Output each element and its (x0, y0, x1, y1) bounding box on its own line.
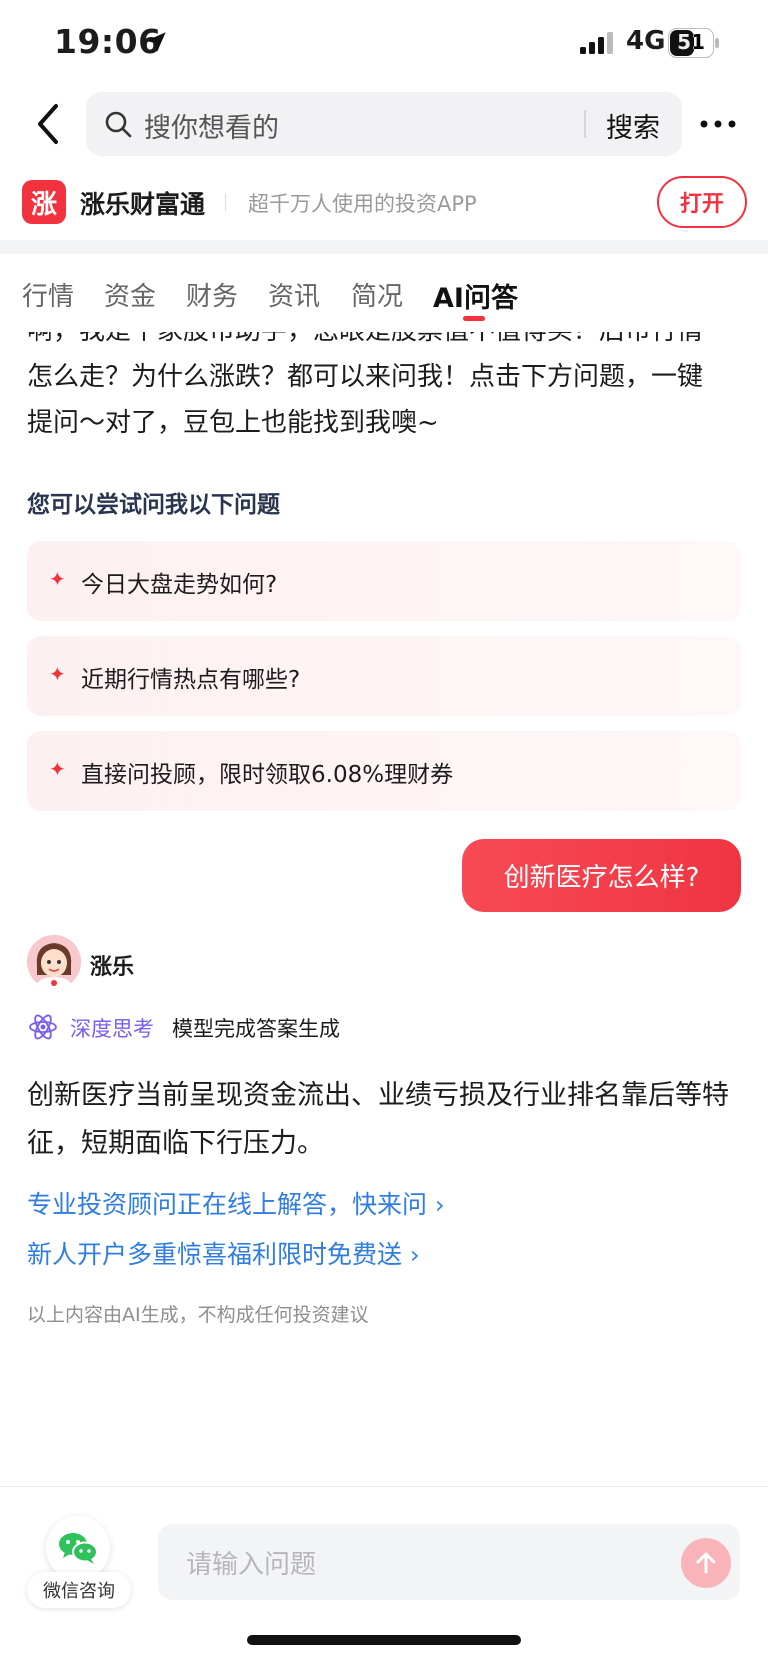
suggestion-item[interactable]: ✦ 直接问投顾，限时领取6.08%理财券 (27, 731, 741, 811)
tab-financials[interactable]: 财务 (186, 276, 238, 313)
sparkle-icon: ✦ (49, 567, 66, 591)
advisor-link[interactable]: 专业投资顾问正在线上解答，快来问 › (27, 1185, 445, 1221)
question-input-placeholder: 请输入问题 (186, 1550, 317, 1580)
more-options-icon[interactable] (698, 112, 738, 136)
intro-message: 啊，我是个家股市助手，您眼是股票值不值得买？后市行情 怎么走？为什么涨跌？都可以… (0, 332, 768, 442)
tab-funds[interactable]: 资金 (104, 276, 156, 313)
thinking-status: 模型完成答案生成 (172, 1017, 340, 1041)
network-type: 4G (626, 26, 666, 56)
tab-ai-qa[interactable]: AI问答 (433, 276, 518, 315)
sparkle-icon: ✦ (49, 662, 66, 686)
location-arrow-icon (146, 32, 166, 52)
new-account-link-text: 新人开户多重惊喜福利限时免费送 (27, 1240, 403, 1269)
bot-name: 涨乐 (90, 955, 135, 980)
search-divider (584, 110, 586, 138)
new-account-link[interactable]: 新人开户多重惊喜福利限时免费送 › (27, 1235, 420, 1271)
arrow-up-icon (696, 1552, 716, 1574)
search-icon (105, 111, 132, 138)
tab-news[interactable]: 资讯 (268, 276, 320, 313)
section-gap (0, 240, 768, 254)
send-button[interactable] (681, 1538, 731, 1588)
search-input[interactable]: 搜你想看的 (144, 106, 279, 145)
battery-icon: 51 (668, 28, 720, 58)
wechat-icon (59, 1533, 98, 1564)
app-name: 涨乐财富通 (80, 190, 206, 219)
suggestion-text: 今日大盘走势如何? (81, 572, 278, 598)
user-message-bubble: 创新医疗怎么样? (462, 839, 741, 912)
atom-icon (29, 1014, 57, 1040)
battery-level: 51 (677, 30, 705, 54)
suggestion-item[interactable]: ✦ 近期行情热点有哪些? (27, 636, 741, 716)
intro-line: 啊，我是个家股市助手，您眼是股票值不值得买？后市行情 (27, 332, 747, 354)
ai-disclaimer: 以上内容由AI生成，不构成任何投资建议 (27, 1304, 369, 1326)
suggestions-title: 您可以尝试问我以下问题 (27, 492, 280, 518)
deep-thinking-label[interactable]: 深度思考 (70, 1013, 154, 1043)
suggestion-text: 近期行情热点有哪些? (81, 667, 301, 693)
app-slogan: 超千万人使用的投资APP (248, 192, 477, 216)
suggestion-text: 直接问投顾，限时领取6.08%理财券 (81, 762, 454, 788)
tab-profile[interactable]: 简况 (351, 276, 403, 313)
intro-line: 提问～对了，豆包上也能找到我噢~ (27, 408, 439, 438)
search-button[interactable]: 搜索 (606, 106, 660, 145)
advisor-link-text: 专业投资顾问正在线上解答，快来问 (27, 1190, 428, 1219)
chevron-right-icon: › (409, 1241, 420, 1269)
cellular-signal-icon (580, 32, 613, 54)
suggestion-item[interactable]: ✦ 今日大盘走势如何? (27, 541, 741, 621)
app-logo: 涨 (22, 180, 66, 224)
banner-divider (225, 193, 226, 211)
wechat-consult-label[interactable]: 微信咨询 (27, 1572, 131, 1608)
chevron-right-icon: › (434, 1191, 445, 1219)
bot-answer: 创新医疗当前呈现资金流出、业绩亏损及行业排名靠后等特征，短期面临下行压力。 (27, 1080, 729, 1159)
back-arrow-icon[interactable] (30, 100, 66, 148)
active-tab-indicator (463, 316, 485, 321)
avatar (27, 935, 81, 989)
tab-market[interactable]: 行情 (22, 276, 74, 313)
wechat-consult-button[interactable] (46, 1516, 110, 1580)
open-app-button[interactable]: 打开 (657, 176, 747, 228)
home-indicator (247, 1635, 521, 1645)
sparkle-icon: ✦ (49, 757, 66, 781)
intro-line: 怎么走？为什么涨跌？都可以来问我！点击下方问题，一键 (27, 362, 704, 392)
